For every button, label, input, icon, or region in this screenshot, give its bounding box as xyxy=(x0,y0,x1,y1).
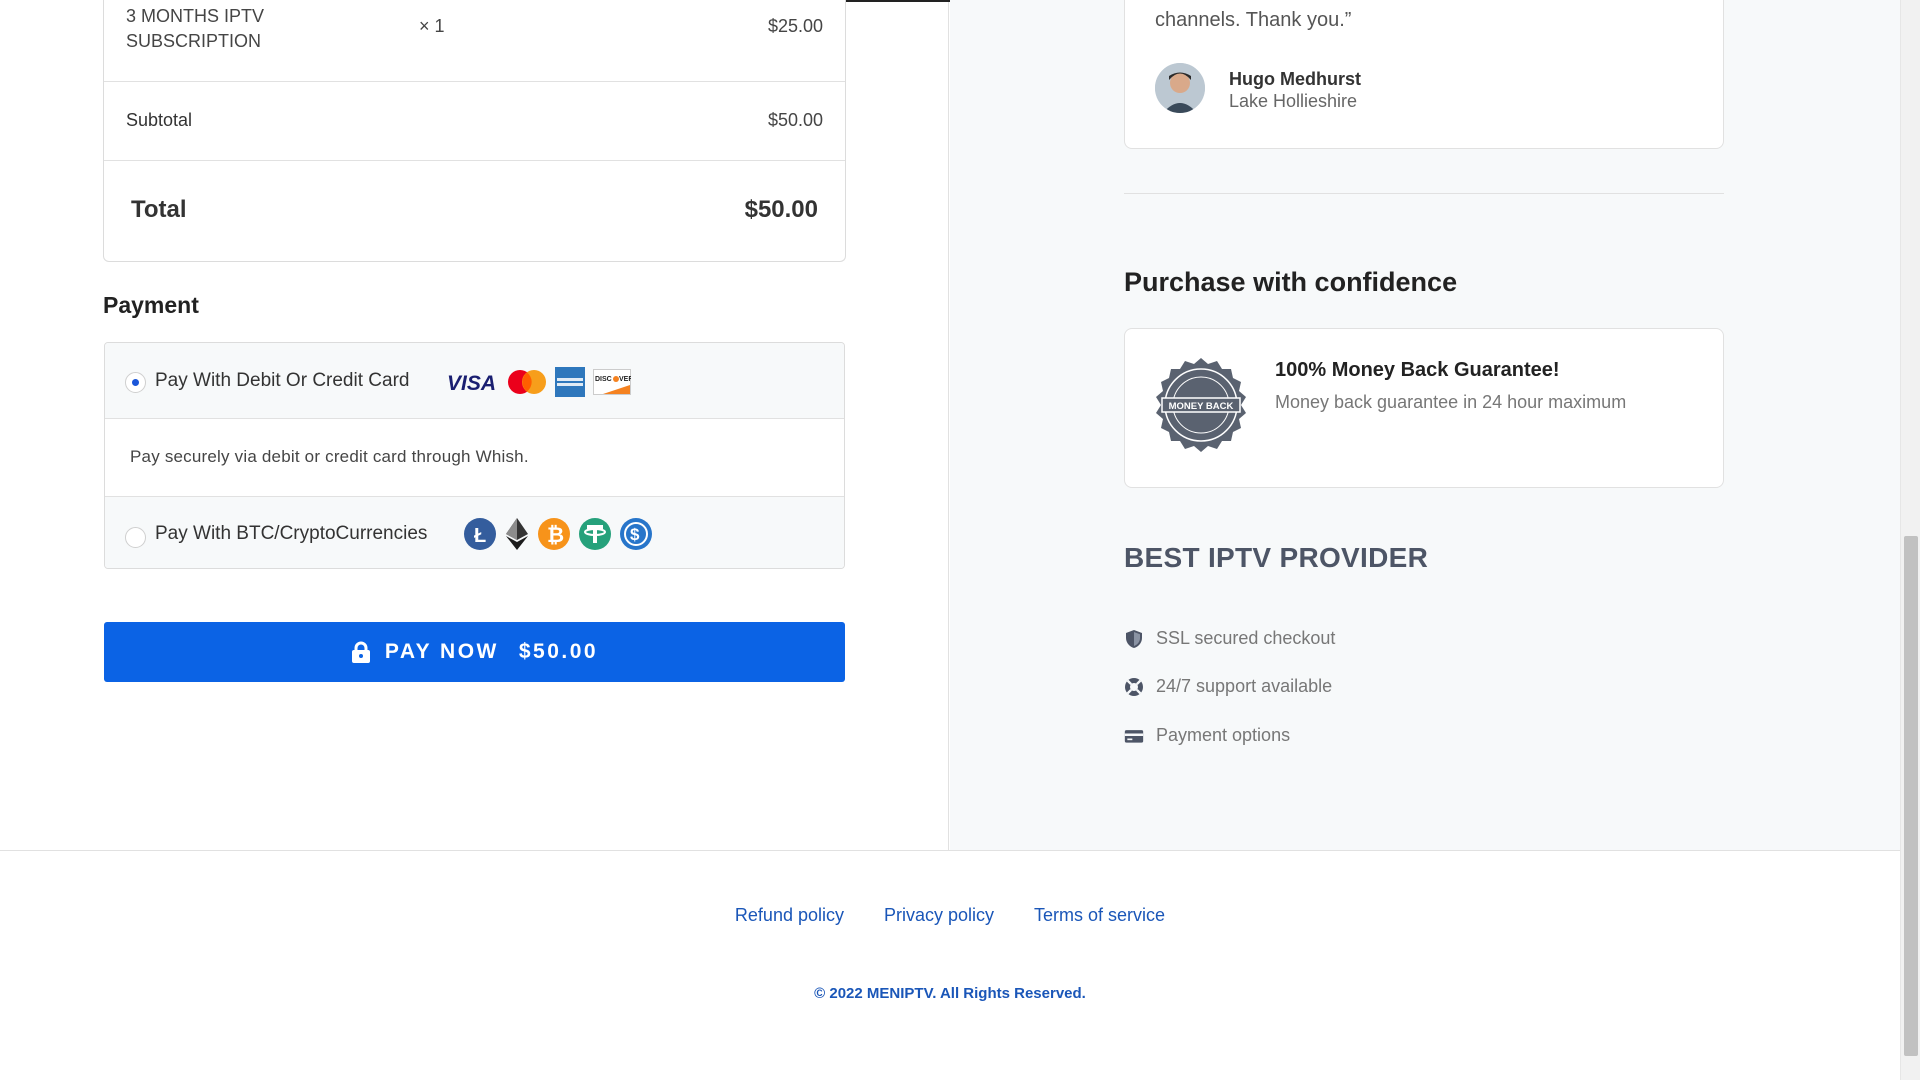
money-back-badge-icon: MONEY BACK xyxy=(1156,358,1246,452)
order-summary: 3 MONTHS IPTV SUBSCRIPTION × 1 $25.00 Su… xyxy=(103,0,846,262)
guarantee-card: MONEY BACK 100% Money Back Guarantee! Mo… xyxy=(1124,328,1724,488)
review-card: channels. Thank you.” Hugo Medhurst Lake… xyxy=(1124,0,1724,149)
sidebar-column: channels. Thank you.” Hugo Medhurst Lake… xyxy=(950,0,1900,850)
avatar xyxy=(1155,63,1205,113)
payment-option-crypto[interactable]: Pay With BTC/CryptoCurrencies Ł ₿ $ xyxy=(105,497,844,568)
crypto-icons: Ł ₿ $ xyxy=(463,517,653,551)
ethereum-icon xyxy=(506,518,528,550)
footer-links: Refund policy Privacy policy Terms of se… xyxy=(0,905,1900,926)
feature-label: 24/7 support available xyxy=(1156,676,1333,696)
section-divider xyxy=(1124,193,1724,194)
review-text: channels. Thank you.” xyxy=(1155,9,1352,31)
scrollbar-thumb[interactable] xyxy=(1904,536,1918,1056)
payment-methods: Pay With Debit Or Credit Card VISA DISC V… xyxy=(104,342,845,569)
footer: Refund policy Privacy policy Terms of se… xyxy=(0,850,1900,1080)
subtotal-label: Subtotal xyxy=(126,110,193,130)
subtotal-value: $50.00 xyxy=(767,110,823,130)
amex-icon xyxy=(555,367,585,397)
total-label: Total xyxy=(131,196,187,223)
svg-text:₿: ₿ xyxy=(547,524,564,547)
item-name: 3 MONTHS IPTV SUBSCRIPTION xyxy=(126,6,265,51)
mastercard-icon xyxy=(508,370,546,394)
feature-support: 24/7 support available xyxy=(1124,676,1332,697)
litecoin-icon: Ł xyxy=(464,518,496,550)
payment-option-card[interactable]: Pay With Debit Or Credit Card VISA DISC V… xyxy=(105,343,844,419)
vertical-scrollbar[interactable] xyxy=(1900,0,1920,1080)
payment-title: Payment xyxy=(103,292,199,318)
feature-ssl: SSL secured checkout xyxy=(1124,628,1335,649)
provider-title: BEST IPTV PROVIDER xyxy=(1124,542,1429,573)
card-radio[interactable] xyxy=(125,372,146,393)
svg-text:DISC: DISC xyxy=(595,376,612,383)
feature-label: Payment options xyxy=(1156,725,1291,745)
card-option-description: Pay securely via debit or credit card th… xyxy=(105,419,844,497)
pay-now-button[interactable]: PAY NOW $50.00 xyxy=(104,622,845,682)
feature-payment-options: Payment options xyxy=(1124,725,1290,746)
svg-text:Ł: Ł xyxy=(474,525,486,547)
card-brand-icons: VISA DISC VER xyxy=(445,367,631,397)
lock-icon xyxy=(351,641,370,663)
crypto-option-label[interactable]: Pay With BTC/CryptoCurrencies xyxy=(155,523,427,545)
svg-text:MONEY BACK: MONEY BACK xyxy=(1169,401,1234,412)
lifebuoy-icon xyxy=(1125,677,1143,696)
pay-now-label: PAY NOW xyxy=(384,640,499,663)
tether-icon xyxy=(579,518,611,550)
feature-label: SSL secured checkout xyxy=(1156,628,1336,648)
pay-now-amount: $50.00 xyxy=(518,640,599,663)
subtotal-row: Subtotal $50.00 xyxy=(104,82,845,161)
total-row: Total $50.00 xyxy=(104,161,845,261)
guarantee-subtitle: Money back guarantee in 24 hour maximum xyxy=(1275,392,1627,412)
copyright: © 2022 MENIPTV. All Rights Reserved. xyxy=(814,985,1086,1002)
total-value: $50.00 xyxy=(744,196,818,223)
card-description-text: Pay securely via debit or credit card th… xyxy=(130,447,529,466)
shield-icon xyxy=(1126,629,1142,648)
privacy-policy-link[interactable]: Privacy policy xyxy=(884,905,994,926)
credit-card-icon xyxy=(1124,729,1144,743)
item-quantity: × 1 xyxy=(419,16,445,36)
svg-text:VISA: VISA xyxy=(447,372,496,394)
terms-of-service-link[interactable]: Terms of service xyxy=(1034,905,1165,926)
item-price: $25.00 xyxy=(767,16,823,36)
svg-text:VER: VER xyxy=(619,376,631,383)
usdc-icon: $ xyxy=(620,518,652,550)
visa-icon: VISA xyxy=(447,372,496,394)
svg-text:$: $ xyxy=(630,525,640,544)
guarantee-title: 100% Money Back Guarantee! xyxy=(1275,359,1560,381)
reviewer-location: Lake Hollieshire xyxy=(1229,91,1358,111)
refund-policy-link[interactable]: Refund policy xyxy=(735,905,844,926)
card-option-label[interactable]: Pay With Debit Or Credit Card xyxy=(155,370,409,392)
order-item-row: 3 MONTHS IPTV SUBSCRIPTION × 1 $25.00 xyxy=(104,0,845,82)
discover-icon: DISC VER xyxy=(593,369,631,395)
confidence-title: Purchase with confidence xyxy=(1124,267,1458,297)
reviewer-name: Hugo Medhurst xyxy=(1229,69,1361,89)
crypto-radio[interactable] xyxy=(125,527,146,548)
bitcoin-icon: ₿ xyxy=(538,518,570,550)
checkout-main-column: 3 MONTHS IPTV SUBSCRIPTION × 1 $25.00 Su… xyxy=(0,0,1110,850)
